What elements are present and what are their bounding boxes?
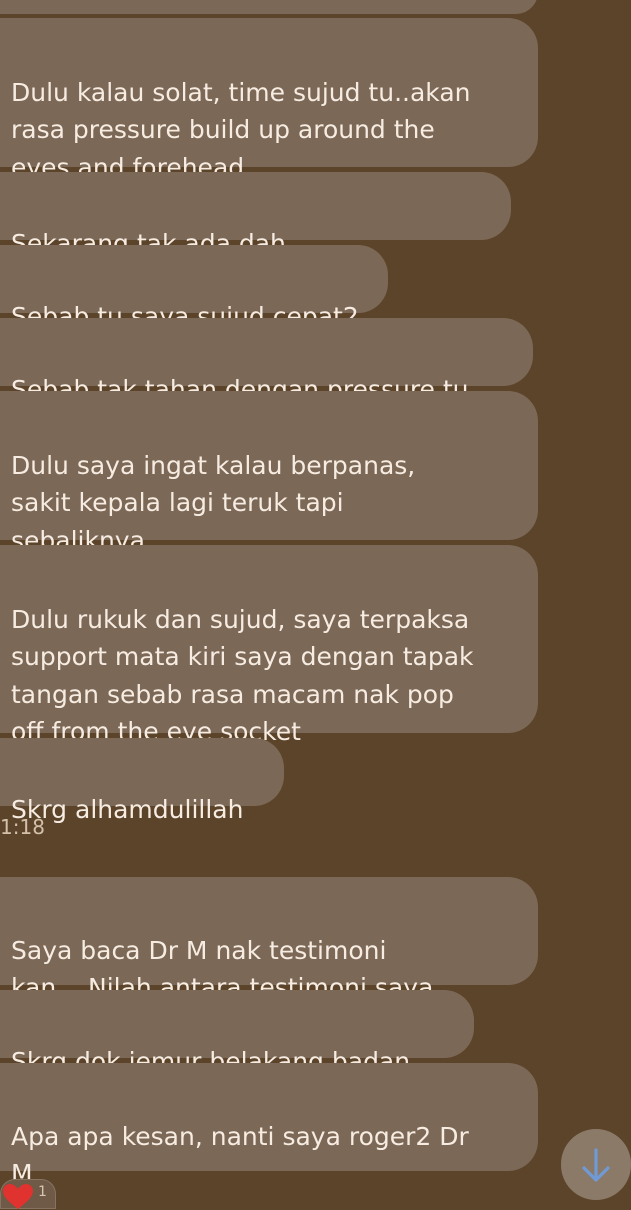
message-bubble[interactable]: Apa apa kesan, nanti saya roger2 Dr M [0,1063,538,1188]
message-text: Apa apa kesan, nanti saya roger2 Dr M [11,1121,469,1189]
message-text: Dulu saya ingat kalau berpanas, sakit ke… [11,450,416,555]
message-bubble[interactable]: Skrg dok jemur belakang badan [0,990,474,1076]
message-bubble[interactable]: Sekarang tak ada dah [0,172,511,258]
message-timestamp: 1:18 [0,815,45,839]
message-text: Dulu kalau solat, time sujud tu..akan ra… [11,77,471,182]
message-bubble[interactable]: Dulu rukuk dan sujud, saya terpaksa supp… [0,545,538,746]
message-bubble[interactable]: Skrg alhamdulillah [0,738,284,824]
arrow-down-icon [582,1147,610,1182]
message-bubble[interactable]: Dulu saya ingat kalau berpanas, sakit ke… [0,391,538,555]
scroll-to-bottom-button[interactable] [561,1129,631,1200]
reaction-count: 1 [38,1184,47,1200]
message-text: Skrg alhamdulillah [11,794,244,824]
heart-icon [3,1184,33,1209]
message-bubble-partial[interactable] [0,0,538,14]
message-bubble[interactable]: Saya baca Dr M nak testimoni kan....Nila… [0,877,538,1002]
reaction-badge[interactable]: 1 [0,1179,56,1209]
message-bubble[interactable]: Sebab tu saya sujud cepat2 [0,245,388,331]
message-bubble[interactable]: Dulu kalau solat, time sujud tu..akan ra… [0,18,538,182]
message-text: Dulu rukuk dan sujud, saya terpaksa supp… [11,604,474,747]
message-bubble[interactable]: Sebab tak tahan dengan pressure tu [0,318,533,404]
